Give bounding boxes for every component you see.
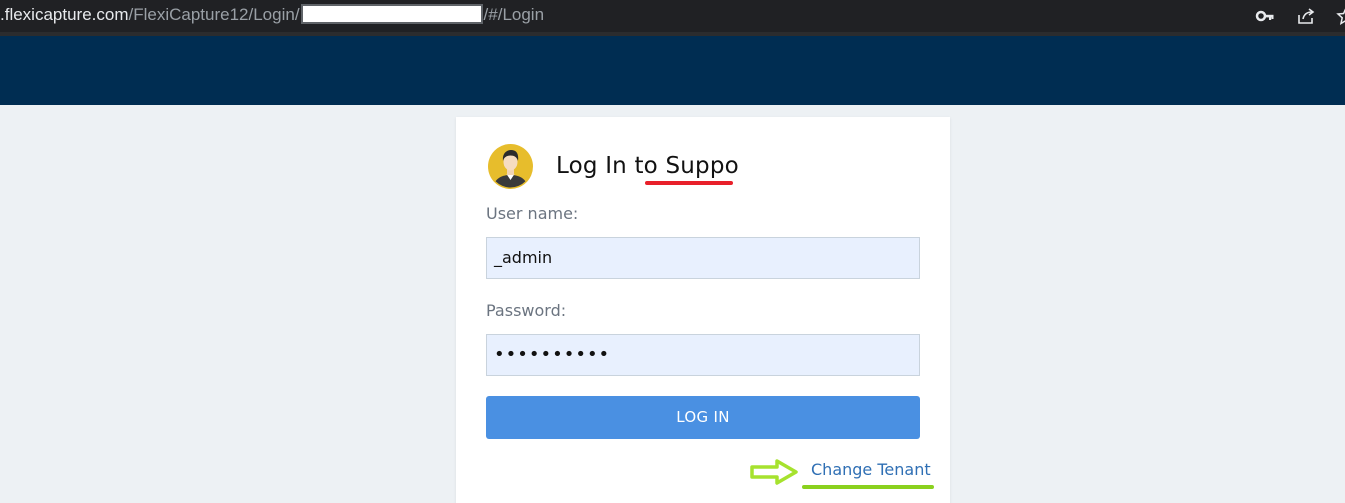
login-button[interactable]: LOG IN bbox=[486, 396, 920, 439]
red-annotation-underline bbox=[645, 181, 733, 185]
password-input[interactable]: •••••••••• bbox=[486, 334, 920, 376]
url-host: .flexicapture.com bbox=[0, 5, 129, 24]
password-label: Password: bbox=[486, 301, 567, 320]
star-icon[interactable] bbox=[1336, 6, 1345, 26]
username-label: User name: bbox=[486, 204, 579, 223]
url-text[interactable]: .flexicapture.com/FlexiCapture12/Login/ /… bbox=[0, 4, 544, 26]
browser-address-bar[interactable]: .flexicapture.com/FlexiCapture12/Login/ /… bbox=[0, 0, 1345, 32]
url-path-end: /#/Login bbox=[483, 5, 545, 24]
green-arrow-annotation bbox=[749, 458, 801, 486]
tenant-name: Suppo bbox=[665, 153, 739, 179]
change-tenant-link[interactable]: Change Tenant bbox=[811, 460, 931, 479]
login-card: Log In to Suppo User name: _admin Passwo… bbox=[456, 117, 950, 503]
app-header bbox=[0, 36, 1345, 105]
user-avatar-icon bbox=[488, 144, 533, 189]
redacted-url-segment bbox=[300, 4, 483, 24]
share-icon[interactable] bbox=[1296, 6, 1316, 26]
login-title: Log In to Suppo bbox=[556, 153, 739, 179]
green-annotation-underline bbox=[802, 485, 934, 489]
url-path: /FlexiCapture12/Login/ bbox=[128, 5, 300, 24]
username-input[interactable]: _admin bbox=[486, 237, 920, 279]
key-icon[interactable] bbox=[1255, 6, 1275, 26]
login-title-prefix: Log In to bbox=[556, 153, 666, 179]
